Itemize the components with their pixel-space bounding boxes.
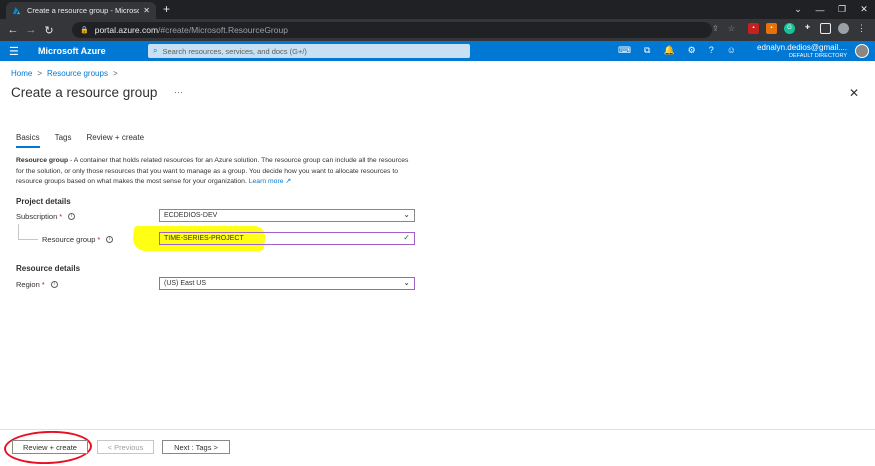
footer-divider (0, 429, 875, 430)
info-icon[interactable]: i (68, 213, 76, 220)
notifications-bell-icon[interactable]: 🔔 (663, 45, 674, 56)
tab-title: Create a resource group - Microsoft Azur… (27, 6, 140, 15)
bookmark-star-icon[interactable]: ☆ (728, 24, 735, 33)
breadcrumb-separator: > (37, 69, 43, 78)
search-icon: ⌕ (153, 46, 158, 55)
forward-icon[interactable]: → (22, 24, 40, 36)
project-details-heading: Project details (16, 197, 71, 206)
breadcrumb-separator: > (112, 69, 118, 78)
tab-tags[interactable]: Tags (55, 133, 72, 148)
breadcrumb: Home > Resource groups > (11, 69, 118, 78)
subscription-label: Subscription * i (16, 212, 76, 221)
tab-basics[interactable]: Basics (16, 133, 40, 148)
profile-avatar-icon[interactable] (838, 23, 849, 34)
resource-details-heading: Resource details (16, 264, 81, 273)
user-account[interactable]: ednalyn.dedios@gmail.... DEFAULT DIRECTO… (757, 43, 847, 59)
hamburger-menu-icon[interactable]: ☰ (9, 45, 19, 58)
url-path: /#create/Microsoft.ResourceGroup (158, 25, 288, 35)
external-link-icon: ↗ (285, 178, 292, 185)
url-host: portal.azure.com (94, 25, 159, 35)
azure-logo-icon (12, 6, 21, 15)
description-body: - A container that holds related resourc… (16, 157, 409, 185)
tree-connector (18, 224, 19, 240)
help-question-icon[interactable]: ? (709, 45, 714, 56)
checkmark-icon: ✓ (403, 233, 410, 242)
subscription-value: ECDEDIOS-DEV (164, 212, 218, 219)
resource-group-description: Resource group - A container that holds … (16, 156, 416, 188)
user-directory: DEFAULT DIRECTORY (789, 53, 847, 59)
browser-tab[interactable]: Create a resource group - Microsoft Azur… (6, 2, 156, 19)
previous-button[interactable]: < Previous (97, 440, 154, 454)
region-label: Region * i (16, 280, 58, 289)
back-icon[interactable]: ← (4, 24, 22, 36)
window-controls: ⌄ — ❐ ✕ (787, 0, 875, 19)
subscription-dropdown[interactable]: ECDEDIOS-DEV ⌄ (159, 209, 415, 222)
learn-more-link[interactable]: Learn more (249, 178, 284, 185)
page-title: Create a resource group (11, 85, 158, 100)
required-marker: * (59, 212, 63, 221)
tab-review-create[interactable]: Review + create (86, 133, 144, 148)
resource-group-label-text: Resource group (42, 235, 96, 244)
region-value: (US) East US (164, 280, 207, 287)
new-tab-button[interactable]: + (163, 3, 170, 15)
browser-tab-strip: Create a resource group - Microsoft Azur… (0, 0, 875, 19)
azure-search-input[interactable]: ⌕ Search resources, services, and docs (… (148, 44, 470, 58)
resource-group-value: TIME-SERIES-PROJECT (164, 235, 244, 242)
region-label-text: Region (16, 280, 40, 289)
extension-puzzle-icon[interactable]: ✚ (802, 23, 813, 34)
review-create-button[interactable]: Review + create (12, 440, 88, 454)
description-lead: Resource group (16, 157, 69, 164)
chevron-down-icon: ⌄ (403, 278, 410, 287)
restore-button[interactable]: ❐ (831, 4, 853, 15)
subscription-label-text: Subscription (16, 212, 58, 221)
grammarly-icon[interactable]: G (784, 23, 795, 34)
feedback-icon[interactable]: ☺ (727, 45, 736, 56)
search-placeholder: Search resources, services, and docs (G+… (162, 46, 307, 56)
lock-icon: 🔒 (80, 27, 89, 34)
chevron-down-icon: ⌄ (403, 210, 410, 219)
required-marker: * (41, 280, 45, 289)
close-icon[interactable]: ✕ (849, 86, 859, 100)
wizard-tabs: Basics Tags Review + create (16, 133, 144, 148)
tab-search-icon[interactable]: ⌄ (787, 4, 809, 15)
resource-group-label: Resource group * i (42, 235, 114, 244)
extension-orange-icon[interactable]: ▪ (766, 23, 777, 34)
share-icon[interactable]: ⇪ (712, 24, 719, 33)
browser-menu-icon[interactable]: ⋮ (856, 23, 867, 34)
resource-group-name-input[interactable]: TIME-SERIES-PROJECT ✓ (159, 232, 415, 245)
browser-toolbar: ← → ↻ 🔒 portal.azure.com /#create/Micros… (0, 19, 875, 41)
info-icon[interactable]: i (106, 236, 114, 243)
region-dropdown[interactable]: (US) East US ⌄ (159, 277, 415, 290)
side-panel-icon[interactable] (820, 23, 831, 34)
azure-brand[interactable]: Microsoft Azure (38, 46, 106, 56)
extension-red-icon[interactable]: ▪ (748, 23, 759, 34)
address-bar[interactable]: 🔒 portal.azure.com /#create/Microsoft.Re… (72, 22, 712, 38)
settings-gear-icon[interactable]: ⚙ (688, 45, 696, 56)
next-tags-button[interactable]: Next : Tags > (162, 440, 230, 454)
avatar[interactable] (855, 44, 869, 58)
required-marker: * (97, 235, 101, 244)
window-close-button[interactable]: ✕ (853, 4, 875, 15)
azure-top-bar: ☰ Microsoft Azure ⌕ Search resources, se… (0, 41, 875, 61)
extensions-area: ▪ ▪ G ✚ ⋮ (748, 23, 867, 34)
azure-header-actions: ⌨ ⧉ 🔔 ⚙ ? ☺ (618, 45, 736, 56)
address-bar-actions: ⇪ ☆ (712, 24, 735, 33)
minimize-button[interactable]: — (809, 5, 831, 15)
breadcrumb-home[interactable]: Home (11, 69, 32, 78)
info-icon[interactable]: i (50, 281, 58, 288)
cloud-shell-icon[interactable]: ⌨ (618, 45, 631, 56)
user-name: ednalyn.dedios@gmail.... (757, 43, 847, 52)
breadcrumb-resource-groups[interactable]: Resource groups (47, 69, 108, 78)
more-options-icon[interactable]: ··· (174, 87, 183, 97)
reload-icon[interactable]: ↻ (40, 24, 58, 37)
tab-close-icon[interactable]: ✕ (143, 6, 150, 15)
directory-filter-icon[interactable]: ⧉ (644, 45, 650, 56)
tree-connector (18, 239, 38, 240)
